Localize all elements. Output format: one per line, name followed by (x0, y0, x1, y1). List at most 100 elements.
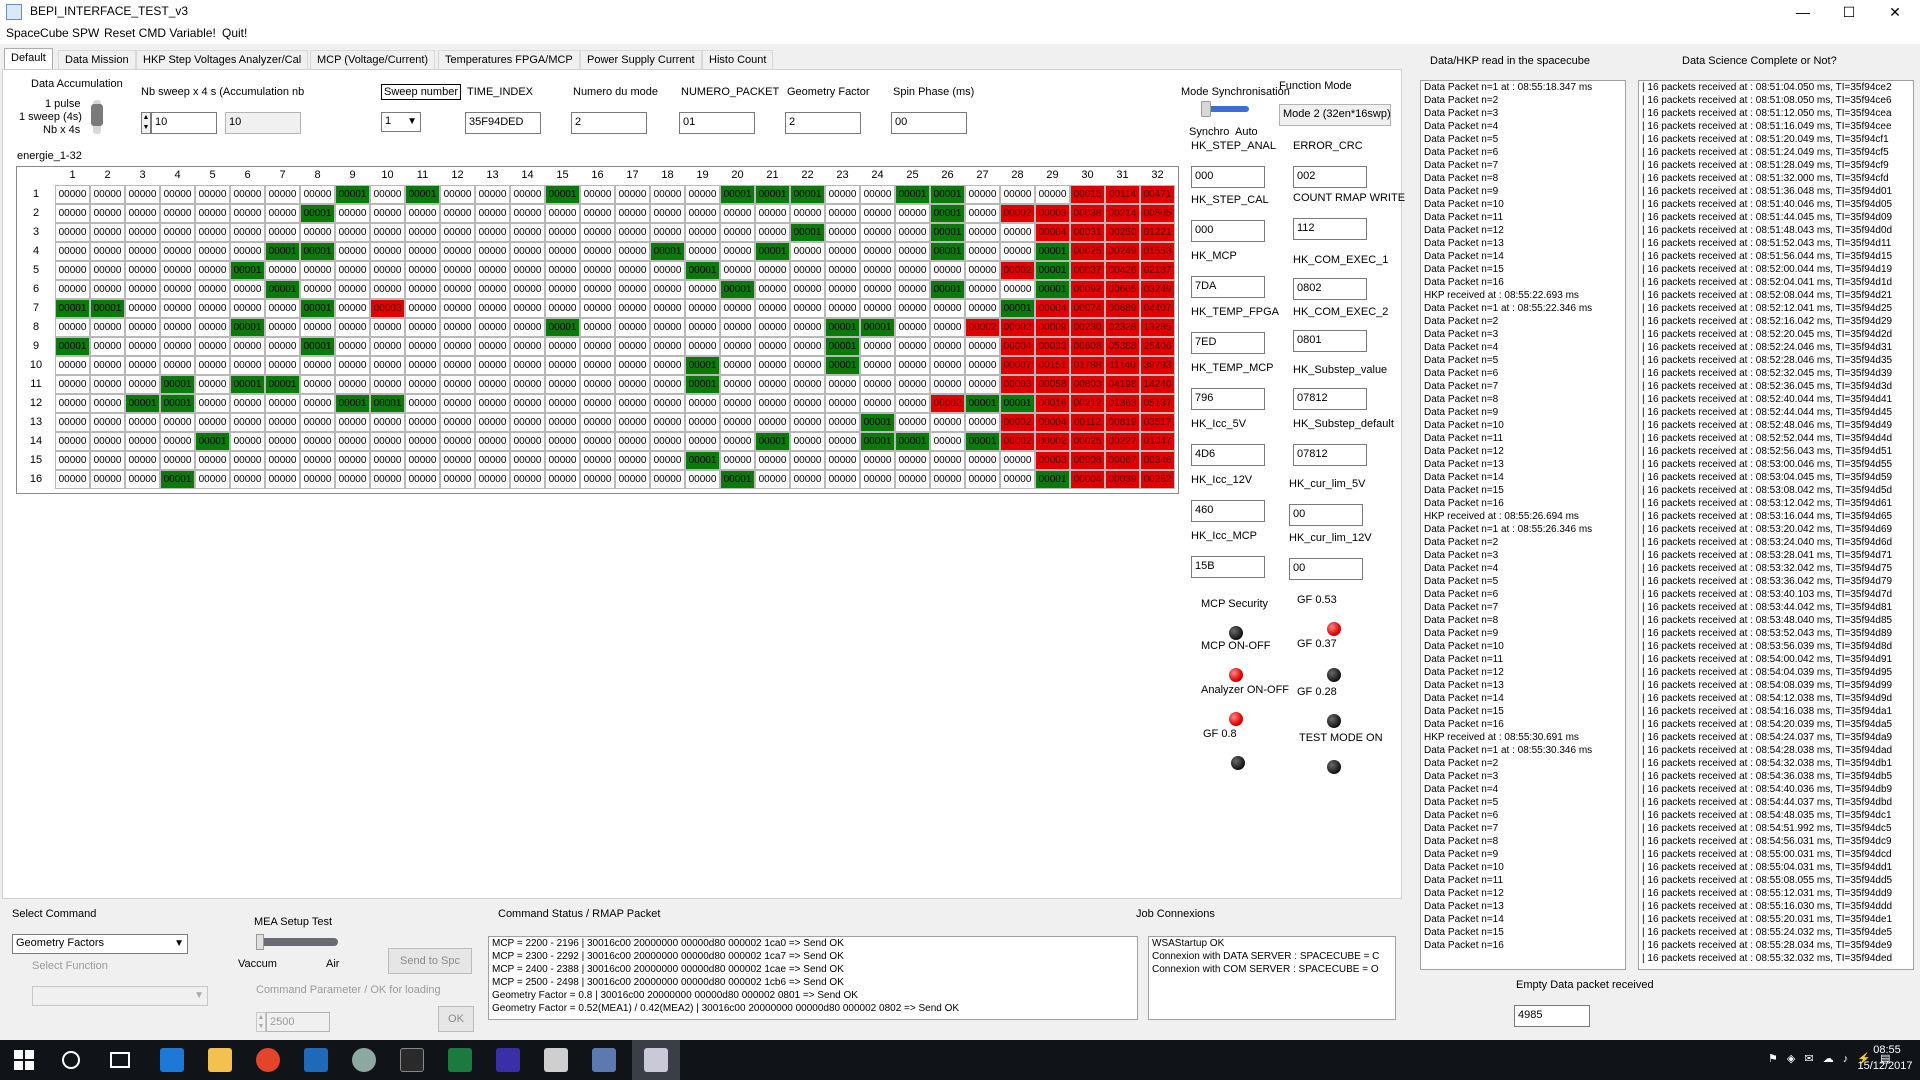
grid-cell[interactable]: 00001 (405, 185, 440, 204)
grid-cell[interactable]: 00000 (580, 242, 615, 261)
grid-cell[interactable]: 00003 (1035, 204, 1070, 223)
grid-cell[interactable]: 00000 (370, 375, 405, 394)
grid-cell[interactable]: 00001 (300, 204, 335, 223)
grid-cell[interactable]: 00000 (300, 356, 335, 375)
grid-cell[interactable]: 00000 (510, 432, 545, 451)
grid-cell[interactable]: 00000 (475, 356, 510, 375)
task-view-icon[interactable] (110, 1052, 130, 1068)
grid-cell[interactable]: 00008 (1070, 451, 1105, 470)
grid-cell[interactable]: 00000 (370, 432, 405, 451)
grid-cell[interactable]: 00000 (790, 261, 825, 280)
grid-cell[interactable]: 00000 (125, 185, 160, 204)
grid-cell[interactable]: 00001 (720, 470, 755, 489)
grid-cell[interactable]: 00000 (790, 280, 825, 299)
grid-cell[interactable]: 00001 (230, 261, 265, 280)
grid-cell[interactable]: 00000 (685, 223, 720, 242)
grid-cell[interactable]: 00001 (1035, 280, 1070, 299)
grid-cell[interactable]: 00000 (405, 470, 440, 489)
grid-cell[interactable]: 00000 (755, 470, 790, 489)
tab-default[interactable]: Default (4, 48, 53, 70)
grid-cell[interactable]: 00000 (300, 432, 335, 451)
grid-cell[interactable]: 00001 (930, 185, 965, 204)
grid-cell[interactable]: 11140 (1105, 356, 1140, 375)
grid-cell[interactable]: 02187 (1140, 261, 1175, 280)
grid-cell[interactable]: 00000 (580, 356, 615, 375)
grid-cell[interactable]: 00000 (125, 223, 160, 242)
grid-cell[interactable]: 00000 (790, 375, 825, 394)
grid-cell[interactable]: 00000 (475, 470, 510, 489)
grid-cell[interactable]: 00000 (405, 280, 440, 299)
grid-cell[interactable]: 00000 (615, 337, 650, 356)
grid-cell[interactable]: 00004 (1035, 413, 1070, 432)
grid-cell[interactable]: 00000 (440, 375, 475, 394)
grid-cell[interactable]: 00001 (685, 261, 720, 280)
grid-cell[interactable]: 00000 (860, 223, 895, 242)
grid-cell[interactable]: 00000 (335, 299, 370, 318)
grid-cell[interactable]: 00000 (335, 261, 370, 280)
grid-cell[interactable]: 00001 (545, 318, 580, 337)
grid-cell[interactable]: 05137 (1140, 394, 1175, 413)
grid-cell[interactable]: 00000 (650, 470, 685, 489)
grid-cell[interactable]: 00000 (930, 261, 965, 280)
grid-cell[interactable]: 00000 (370, 413, 405, 432)
grid-cell[interactable]: 00000 (405, 413, 440, 432)
grid-cell[interactable]: 00025 (1070, 432, 1105, 451)
grid-cell[interactable]: 00001 (930, 280, 965, 299)
grid-cell[interactable]: 00000 (55, 413, 90, 432)
grid-cell[interactable]: 00001 (860, 432, 895, 451)
grid-cell[interactable]: 00067 (1105, 451, 1140, 470)
calculator-icon[interactable] (544, 1048, 568, 1072)
grid-cell[interactable]: 00214 (1105, 204, 1140, 223)
hk-substep-default-value[interactable]: 07812 (1293, 444, 1367, 466)
grid-cell[interactable]: 00000 (405, 204, 440, 223)
hk-icc-mcp-value[interactable]: 15B (1191, 556, 1265, 578)
grid-cell[interactable]: 00000 (965, 470, 1000, 489)
grid-cell[interactable]: 00000 (405, 432, 440, 451)
grid-cell[interactable]: 00000 (825, 242, 860, 261)
grid-cell[interactable]: 00000 (195, 261, 230, 280)
grid-cell[interactable]: 00004 (1035, 223, 1070, 242)
grid-cell[interactable]: 00000 (335, 337, 370, 356)
grid-cell[interactable]: 00002 (1000, 318, 1035, 337)
grid-cell[interactable]: 00000 (825, 261, 860, 280)
grid-cell[interactable]: 00000 (300, 185, 335, 204)
grid-cell[interactable]: 00001 (545, 185, 580, 204)
command-param-spinner[interactable]: ▲ ▼ (256, 1012, 266, 1032)
app-plus-icon[interactable] (496, 1048, 520, 1072)
grid-cell[interactable]: 00000 (265, 261, 300, 280)
grid-cell[interactable]: 00000 (720, 451, 755, 470)
grid-cell[interactable]: 00000 (55, 223, 90, 242)
mea-setup-slider[interactable] (256, 934, 338, 950)
grid-cell[interactable]: 00000 (230, 413, 265, 432)
grid-cell[interactable]: 00000 (685, 185, 720, 204)
grid-cell[interactable]: 00000 (650, 394, 685, 413)
grid-cell[interactable]: 00000 (510, 337, 545, 356)
grid-cell[interactable]: 00003 (1035, 451, 1070, 470)
grid-cell[interactable]: 00001 (90, 299, 125, 318)
grid-cell[interactable]: 00000 (580, 394, 615, 413)
grid-cell[interactable]: 00000 (440, 299, 475, 318)
grid-cell[interactable]: 00000 (510, 299, 545, 318)
grid-cell[interactable]: 00001 (930, 223, 965, 242)
grid-cell[interactable]: 00000 (300, 375, 335, 394)
grid-cell[interactable]: 00000 (860, 394, 895, 413)
grid-cell[interactable]: 00001 (230, 318, 265, 337)
grid-cell[interactable]: 00001 (160, 375, 195, 394)
grid-cell[interactable]: 00471 (1140, 185, 1175, 204)
grid-cell[interactable]: 01788 (1070, 356, 1105, 375)
grid-cell[interactable]: 00000 (195, 299, 230, 318)
grid-cell[interactable]: 00000 (825, 280, 860, 299)
grid-cell[interactable]: 00000 (650, 223, 685, 242)
grid-cell[interactable]: 00000 (545, 432, 580, 451)
grid-cell[interactable]: 00000 (370, 470, 405, 489)
grid-cell[interactable]: 00000 (195, 375, 230, 394)
grid-cell[interactable]: 00000 (370, 337, 405, 356)
grid-cell[interactable]: 00000 (230, 223, 265, 242)
grid-cell[interactable]: 00000 (335, 204, 370, 223)
grid-cell[interactable]: 00000 (475, 413, 510, 432)
numero-packet-value[interactable]: 01 (679, 112, 755, 134)
grid-cell[interactable]: 00000 (720, 242, 755, 261)
grid-cell[interactable]: 00000 (160, 451, 195, 470)
grid-cell[interactable]: 00000 (825, 223, 860, 242)
grid-cell[interactable]: 00000 (790, 394, 825, 413)
